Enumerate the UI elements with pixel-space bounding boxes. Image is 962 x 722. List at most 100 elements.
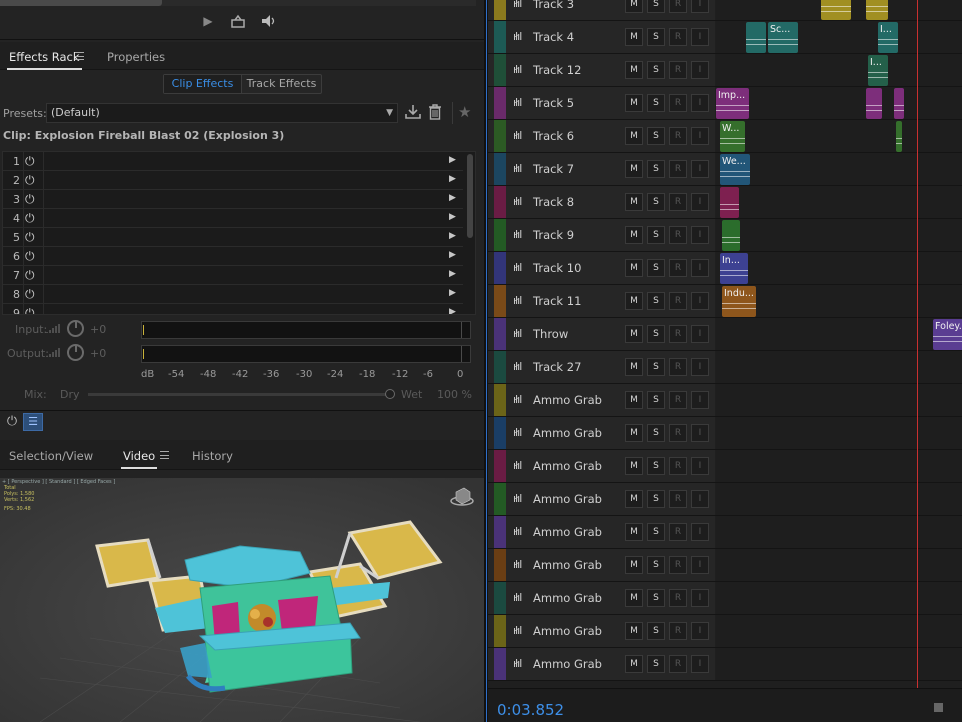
track-lane[interactable]: W... <box>716 120 962 152</box>
solo-button[interactable]: S <box>647 358 665 376</box>
mute-button[interactable]: M <box>625 292 643 310</box>
input-monitor-button[interactable]: I <box>691 490 709 508</box>
solo-button[interactable]: S <box>647 391 665 409</box>
input-monitor-button[interactable]: I <box>691 424 709 442</box>
input-monitor-button[interactable]: I <box>691 193 709 211</box>
audio-clip[interactable] <box>746 22 766 53</box>
mute-button[interactable]: M <box>625 457 643 475</box>
solo-button[interactable]: S <box>647 160 665 178</box>
solo-button[interactable]: S <box>647 226 665 244</box>
track-name[interactable]: Ammo Grab <box>533 591 602 605</box>
track-header[interactable]: ıłıl Ammo Grab M S R I <box>488 384 715 416</box>
effect-slot[interactable]: 7 ⏻ ▶ <box>3 266 463 285</box>
playhead[interactable] <box>917 0 918 688</box>
input-monitor-button[interactable]: I <box>691 391 709 409</box>
slot-menu-arrow-icon[interactable]: ▶ <box>449 231 456 241</box>
solo-button[interactable]: S <box>647 556 665 574</box>
slot-menu-arrow-icon[interactable]: ▶ <box>449 155 456 165</box>
power-icon[interactable]: ⏻ <box>25 173 39 187</box>
mute-button[interactable]: M <box>625 193 643 211</box>
output-gain-knob[interactable] <box>67 344 84 361</box>
record-arm-button[interactable]: R <box>669 226 687 244</box>
track-lane[interactable]: Sc... I... <box>716 21 962 53</box>
mute-button[interactable]: M <box>625 655 643 673</box>
input-gain-knob[interactable] <box>67 320 84 337</box>
track-lane[interactable] <box>716 450 962 482</box>
tab-properties[interactable]: Properties <box>107 50 165 64</box>
solo-button[interactable]: S <box>647 127 665 145</box>
tab-history[interactable]: History <box>192 449 233 463</box>
track-lane[interactable] <box>716 582 962 614</box>
record-arm-button[interactable]: R <box>669 127 687 145</box>
mute-button[interactable]: M <box>625 160 643 178</box>
audio-clip[interactable] <box>866 88 882 119</box>
preset-dropdown[interactable]: (Default) ▼ <box>46 103 398 123</box>
mute-button[interactable]: M <box>625 325 643 343</box>
effect-slot[interactable]: 3 ⏻ ▶ <box>3 190 463 209</box>
effect-slot[interactable]: 5 ⏻ ▶ <box>3 228 463 247</box>
track-effects-button[interactable]: Track Effects <box>242 75 321 93</box>
track-lane[interactable]: Foley... <box>716 318 962 350</box>
input-monitor-button[interactable]: I <box>691 226 709 244</box>
record-arm-button[interactable]: R <box>669 556 687 574</box>
audio-clip[interactable] <box>894 88 904 119</box>
solo-button[interactable]: S <box>647 325 665 343</box>
transport-scroll-thumb[interactable] <box>0 0 162 6</box>
track-name[interactable]: Track 27 <box>533 360 581 374</box>
solo-button[interactable]: S <box>647 292 665 310</box>
mix-slider-thumb[interactable] <box>385 389 395 399</box>
track-name[interactable]: Track 9 <box>533 228 574 242</box>
solo-button[interactable]: S <box>647 622 665 640</box>
clip-effects-button[interactable]: Clip Effects <box>164 75 242 93</box>
track-lane[interactable]: We... <box>716 153 962 185</box>
mute-button[interactable]: M <box>625 424 643 442</box>
track-header[interactable]: ıłıl Ammo Grab M S R I <box>488 615 715 647</box>
mute-button[interactable]: M <box>625 28 643 46</box>
track-header[interactable]: ıłıl Ammo Grab M S R I <box>488 549 715 581</box>
track-name[interactable]: Track 6 <box>533 129 574 143</box>
mute-button[interactable]: M <box>625 391 643 409</box>
input-monitor-button[interactable]: I <box>691 556 709 574</box>
delete-preset-icon[interactable] <box>428 104 442 123</box>
track-lane[interactable] <box>716 384 962 416</box>
tab-selection-view[interactable]: Selection/View <box>9 449 93 463</box>
audio-clip[interactable]: Imp... <box>716 88 749 119</box>
track-header[interactable]: ıłıl Ammo Grab M S R I <box>488 516 715 548</box>
effect-slot[interactable]: 9 ⏻ ▶ <box>3 304 463 314</box>
track-name[interactable]: Ammo Grab <box>533 459 602 473</box>
power-icon[interactable]: ⏻ <box>25 287 39 301</box>
rack-power-icon[interactable]: ⏻ <box>3 413 21 431</box>
track-lane[interactable]: Indu... <box>716 285 962 317</box>
track-name[interactable]: Track 8 <box>533 195 574 209</box>
track-header[interactable]: ıłıl Track 7 MSRI <box>488 153 715 185</box>
panel-menu-icon[interactable] <box>75 52 84 60</box>
effect-slot[interactable]: 2 ⏻ ▶ <box>3 171 463 190</box>
track-name[interactable]: Track 3 <box>533 0 574 11</box>
track-header[interactable]: ıłıl Track 3 MSRI <box>488 0 715 20</box>
stop-icon[interactable] <box>934 703 943 712</box>
record-arm-button[interactable]: R <box>669 94 687 112</box>
export-icon[interactable] <box>230 14 246 28</box>
slot-menu-arrow-icon[interactable]: ▶ <box>449 193 456 203</box>
rack-list-view-icon[interactable]: ☰ <box>23 413 43 431</box>
mute-button[interactable]: M <box>625 622 643 640</box>
input-monitor-button[interactable]: I <box>691 127 709 145</box>
power-icon[interactable]: ⏻ <box>25 268 39 282</box>
record-arm-button[interactable]: R <box>669 325 687 343</box>
audio-clip[interactable] <box>720 187 739 218</box>
track-lane[interactable] <box>716 615 962 647</box>
power-icon[interactable]: ⏻ <box>25 230 39 244</box>
power-icon[interactable]: ⏻ <box>25 306 39 314</box>
record-arm-button[interactable]: R <box>669 0 687 13</box>
record-arm-button[interactable]: R <box>669 193 687 211</box>
input-monitor-button[interactable]: I <box>691 358 709 376</box>
power-icon[interactable]: ⏻ <box>25 249 39 263</box>
track-lane[interactable] <box>716 516 962 548</box>
tab-effects-rack[interactable]: Effects Rack <box>7 50 82 70</box>
solo-button[interactable]: S <box>647 490 665 508</box>
track-header[interactable]: ıłıl Track 9 MSRI <box>488 219 715 251</box>
track-lane[interactable] <box>716 0 962 20</box>
track-lane[interactable] <box>716 648 962 680</box>
track-header[interactable]: ıłıl Track 10 M S R I <box>488 252 715 284</box>
rack-scrollbar[interactable] <box>465 152 475 314</box>
